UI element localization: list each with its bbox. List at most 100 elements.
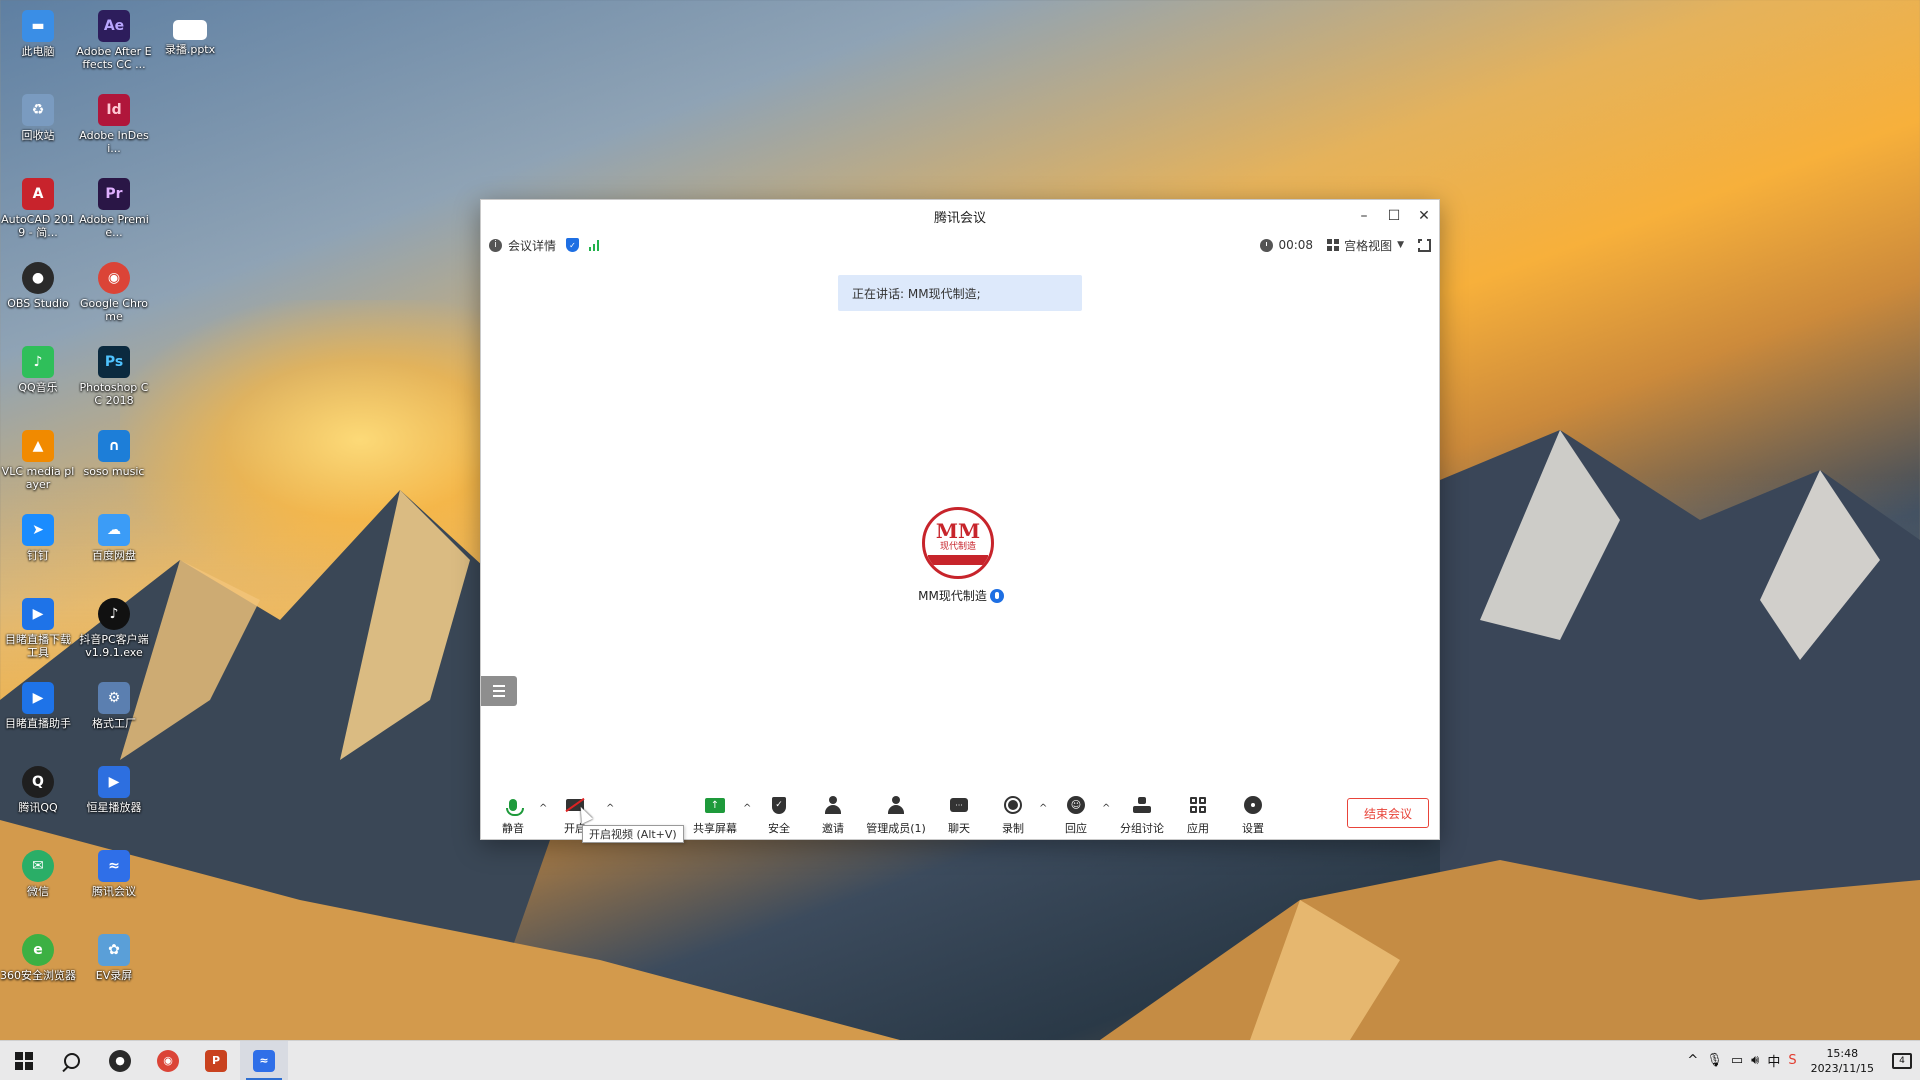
window-titlebar[interactable]: 腾讯会议 – ☐ ✕ bbox=[481, 200, 1439, 232]
desktop-icon-recycle-bin[interactable]: ♻ 回收站 bbox=[0, 88, 76, 142]
desktop-icon-label: 恒星播放器 bbox=[86, 801, 142, 814]
share-screen-button[interactable]: ↑ 共享屏幕 bbox=[687, 785, 743, 839]
desktop-icon-douyin[interactable]: ♪ 抖音PC客户端 v1.9.1.exe bbox=[76, 592, 152, 659]
taskbar-clock[interactable]: 15:48 2023/11/15 bbox=[1811, 1046, 1874, 1076]
desktop-icon-baidu-netdisk[interactable]: ☁ 百度网盘 bbox=[76, 508, 152, 562]
security-button[interactable]: ✓ 安全 bbox=[751, 785, 807, 839]
chevron-up-icon[interactable]: ^ bbox=[1687, 1053, 1698, 1068]
desktop-icon-format-factory[interactable]: ⚙ 格式工厂 bbox=[76, 676, 152, 730]
share-screen-label: 共享屏幕 bbox=[693, 822, 737, 835]
taskbar-search-button[interactable] bbox=[48, 1041, 96, 1080]
network-signal-icon[interactable] bbox=[589, 239, 600, 251]
chrome-icon: ◉ bbox=[157, 1049, 179, 1072]
members-icon bbox=[888, 796, 904, 814]
gallery-view-dropdown[interactable]: 宫格视图 ▼ bbox=[1327, 237, 1404, 254]
desktop-icon-this-pc[interactable]: ▬ 此电脑 bbox=[0, 4, 76, 58]
end-meeting-button[interactable]: 结束会议 bbox=[1347, 798, 1429, 828]
desktop-icon-chrome[interactable]: ◉ Google Chrome bbox=[76, 256, 152, 323]
vlc-cone-icon: ▲ bbox=[22, 430, 54, 462]
desktop-icon-label: 钉钉 bbox=[27, 549, 49, 562]
meeting-info-bar: i 会议详情 ✓ 00:08 宫格视图 ▼ bbox=[481, 232, 1439, 258]
clock-icon bbox=[1260, 238, 1274, 252]
video-options-chevron-icon[interactable]: ^ bbox=[606, 803, 614, 814]
desktop-icon-tencent-meeting[interactable]: ≈ 腾讯会议 bbox=[76, 844, 152, 898]
maximize-button[interactable]: ☐ bbox=[1379, 200, 1409, 232]
desktop-icon-label: AutoCAD 2019 - 简... bbox=[1, 213, 75, 239]
microphone-tray-icon[interactable]: 🎙︎ bbox=[1706, 1053, 1723, 1068]
desktop-icon-after-effects[interactable]: Ae Adobe After Effects CC ... bbox=[76, 4, 152, 71]
notification-count: 4 bbox=[1899, 1055, 1905, 1066]
invite-person-icon bbox=[825, 796, 841, 814]
security-label: 安全 bbox=[768, 822, 790, 835]
volume-icon[interactable]: 🔊︎ bbox=[1751, 1053, 1759, 1068]
qq-music-icon: ♪ bbox=[22, 346, 54, 378]
desktop-icon-autocad[interactable]: A AutoCAD 2019 - 简... bbox=[0, 172, 76, 239]
taskbar-obs[interactable]: ● bbox=[96, 1041, 144, 1080]
desktop-icon-label: 360安全浏览器 bbox=[0, 969, 76, 982]
apps-button[interactable]: 应用 bbox=[1170, 785, 1226, 839]
minimize-button[interactable]: – bbox=[1349, 200, 1379, 232]
participant-name-tag: MM现代制造 bbox=[871, 587, 1051, 604]
record-label: 录制 bbox=[1002, 822, 1024, 835]
taskbar-powerpoint[interactable]: P bbox=[192, 1041, 240, 1080]
meeting-details-button[interactable]: i 会议详情 bbox=[489, 237, 556, 254]
member-list-toggle-button[interactable] bbox=[481, 676, 517, 706]
speaking-indicator: 正在讲话: MM现代制造; bbox=[838, 275, 1082, 311]
settings-button[interactable]: 设置 bbox=[1225, 785, 1281, 839]
desktop-icon-360-browser[interactable]: e 360安全浏览器 bbox=[0, 928, 76, 982]
desktop-icon-pptx[interactable]: 录播.pptx bbox=[152, 4, 228, 56]
chat-button[interactable]: ··· 聊天 bbox=[931, 785, 987, 839]
participant-avatar[interactable]: MM 现代制造 bbox=[922, 507, 994, 579]
desktop-icon-label: soso music bbox=[83, 465, 145, 478]
antivirus-icon[interactable]: S bbox=[1788, 1053, 1796, 1068]
desktop-icon-label: 百度网盘 bbox=[92, 549, 136, 562]
video-tooltip: 开启视频 (Alt+V) bbox=[582, 825, 684, 843]
breakout-rooms-button[interactable]: 分组讨论 bbox=[1114, 785, 1170, 839]
indesign-icon: Id bbox=[98, 94, 130, 126]
desktop-icon-label: 腾讯QQ bbox=[18, 801, 58, 814]
manage-members-button[interactable]: 管理成员(1) bbox=[864, 785, 928, 839]
premiere-icon: Pr bbox=[98, 178, 130, 210]
record-options-chevron-icon[interactable]: ^ bbox=[1039, 803, 1047, 814]
shield-icon: ✓ bbox=[772, 796, 786, 814]
desktop-icon-hengxing-player[interactable]: ▶ 恒星播放器 bbox=[76, 760, 152, 814]
desktop-icon-indesign[interactable]: Id Adobe InDesi... bbox=[76, 88, 152, 155]
desktop-icon-vlc[interactable]: ▲ VLC media player bbox=[0, 424, 76, 491]
react-button[interactable]: ☺ 回应 bbox=[1048, 785, 1104, 839]
desktop-icon-qq-music[interactable]: ♪ QQ音乐 bbox=[0, 340, 76, 394]
input-method-icon[interactable]: 中 bbox=[1767, 1051, 1780, 1070]
apps-grid-icon bbox=[1190, 797, 1206, 813]
mute-button[interactable]: 静音 bbox=[485, 785, 541, 839]
mudu-play-icon: ▶ bbox=[22, 682, 54, 714]
desktop-icon-wechat[interactable]: ✉ 微信 bbox=[0, 844, 76, 898]
desktop-icon-premiere[interactable]: Pr Adobe Premie... bbox=[76, 172, 152, 239]
desktop-icon-photoshop[interactable]: Ps Photoshop CC 2018 bbox=[76, 340, 152, 407]
react-options-chevron-icon[interactable]: ^ bbox=[1102, 803, 1110, 814]
breakout-rooms-icon bbox=[1133, 797, 1151, 813]
desktop-icon-mudu-assistant[interactable]: ▶ 目睹直播助手 bbox=[0, 676, 76, 730]
security-shield-icon[interactable]: ✓ bbox=[566, 238, 580, 252]
photoshop-icon: Ps bbox=[98, 346, 130, 378]
taskbar-chrome[interactable]: ◉ bbox=[144, 1041, 192, 1080]
tooltip-text: 开启视频 (Alt+V) bbox=[589, 828, 677, 841]
invite-button[interactable]: 邀请 bbox=[805, 785, 861, 839]
taskbar-tencent-meeting[interactable]: ≈ bbox=[240, 1040, 288, 1080]
desktop-icon-mudu-downloader[interactable]: ▶ 目睹直播下载工具 bbox=[0, 592, 76, 659]
desktop-icon-obs[interactable]: ● OBS Studio bbox=[0, 256, 76, 310]
desktop-icon-ev-recorder[interactable]: ✿ EV录屏 bbox=[76, 928, 152, 982]
notification-center-icon[interactable]: 4 bbox=[1892, 1052, 1912, 1069]
douyin-icon: ♪ bbox=[98, 598, 130, 630]
meeting-window: 腾讯会议 – ☐ ✕ i 会议详情 ✓ 00:08 宫格视图 ▼ 正在讲话: M… bbox=[480, 199, 1440, 840]
window-title: 腾讯会议 bbox=[933, 210, 986, 226]
desktop-icon-tencent-qq[interactable]: Q 腾讯QQ bbox=[0, 760, 76, 814]
computer-icon: ▬ bbox=[22, 10, 54, 42]
desktop-icon-soso-music[interactable]: ∩ soso music bbox=[76, 424, 152, 478]
start-button[interactable] bbox=[0, 1041, 48, 1080]
fullscreen-icon[interactable] bbox=[1417, 237, 1431, 252]
desktop-icon-dingtalk[interactable]: ➤ 钉钉 bbox=[0, 508, 76, 562]
window-controls: – ☐ ✕ bbox=[1349, 200, 1439, 232]
network-icon[interactable]: ▭ bbox=[1731, 1053, 1743, 1068]
close-button[interactable]: ✕ bbox=[1409, 200, 1439, 232]
obs-icon: ● bbox=[22, 262, 54, 294]
record-button[interactable]: 录制 bbox=[985, 785, 1041, 839]
